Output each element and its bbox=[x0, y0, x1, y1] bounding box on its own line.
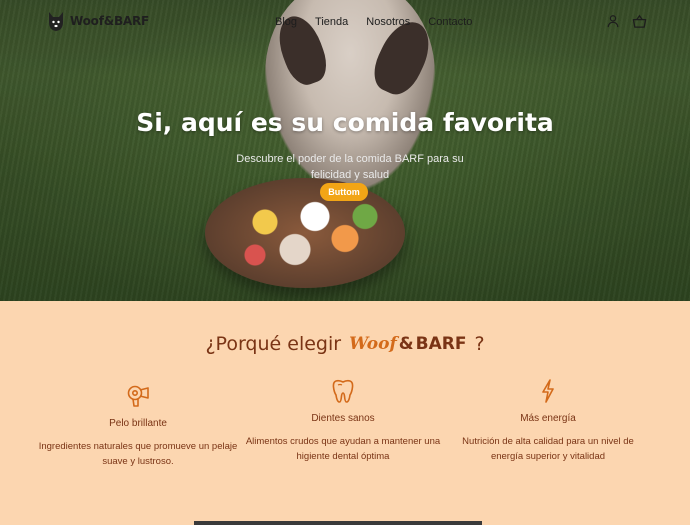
logo-text: Woof&BARF bbox=[70, 14, 150, 28]
feature-card: Dientes sanos Alimentos crudos que ayuda… bbox=[243, 377, 443, 464]
user-icon[interactable] bbox=[606, 14, 622, 30]
bottom-divider bbox=[194, 521, 482, 525]
dog-head-icon bbox=[49, 12, 63, 31]
why-brand-barf: BARF bbox=[415, 334, 467, 354]
tooth-icon bbox=[332, 379, 354, 403]
logo[interactable]: Woof&BARF bbox=[46, 10, 149, 32]
nav-link-contacto[interactable]: Contacto bbox=[428, 16, 472, 28]
feature-description: Nutrición de alta calidad para un nivel … bbox=[462, 436, 634, 462]
feature-title: Pelo brillante bbox=[109, 418, 167, 429]
why-title-suffix: ? bbox=[474, 333, 485, 355]
feature-description: Alimentos crudos que ayudan a mantener u… bbox=[245, 436, 441, 462]
why-brand-logo: Woof & BARF bbox=[349, 334, 466, 354]
feature-title: Dientes sanos bbox=[311, 413, 375, 424]
nav-icons bbox=[606, 14, 648, 30]
why-brand-woof: Woof bbox=[349, 334, 397, 354]
nav-link-nosotros[interactable]: Nosotros bbox=[366, 16, 410, 28]
hero-title: Si, aquí es su comida favorita bbox=[136, 108, 554, 137]
why-choose-title: ¿Porqué elegir Woof & BARF ? bbox=[0, 333, 690, 355]
nav-link-blog[interactable]: Blog bbox=[275, 16, 297, 28]
feature-card: Más energía Nutrición de alta calidad pa… bbox=[448, 377, 648, 464]
hero-subtitle: Descubre el poder de la comida BARF para… bbox=[236, 153, 464, 181]
feature-card: Pelo brillante Ingredientes naturales qu… bbox=[38, 382, 238, 469]
shopping-basket-icon[interactable] bbox=[632, 14, 648, 30]
top-nav: Woof&BARF Blog Tienda Nosotros Contacto bbox=[0, 0, 690, 44]
food-bowl-image bbox=[205, 178, 405, 288]
lightning-icon bbox=[542, 379, 554, 403]
why-brand-amp: & bbox=[398, 334, 414, 354]
feature-title: Más energía bbox=[520, 413, 576, 424]
hair-dryer-icon bbox=[127, 385, 149, 407]
why-title-prefix: ¿Porqué elegir bbox=[205, 333, 342, 355]
nav-links: Blog Tienda Nosotros Contacto bbox=[275, 16, 472, 28]
feature-description: Ingredientes naturales que promueve un p… bbox=[38, 441, 238, 467]
hero-cta-button[interactable]: Buttom bbox=[320, 183, 368, 201]
nav-link-tienda[interactable]: Tienda bbox=[315, 16, 348, 28]
